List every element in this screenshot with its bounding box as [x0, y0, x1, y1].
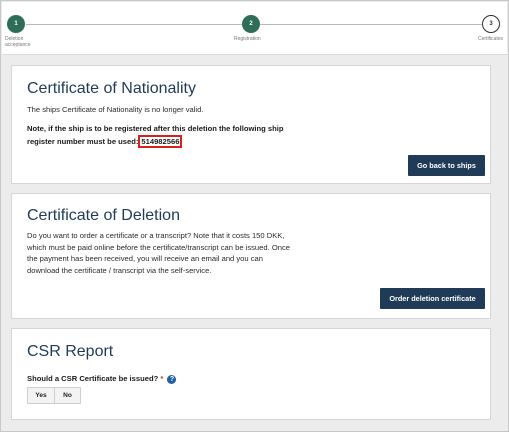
help-icon[interactable]: ? [167, 374, 177, 384]
step-1-label: Deletion acceptance [5, 36, 31, 48]
csr-card: CSR Report Should a CSR Certificate be i… [11, 328, 491, 420]
deletion-card: Certificate of Deletion Do you want to o… [11, 193, 491, 319]
order-deletion-certificate-button[interactable]: Order deletion certificate [380, 288, 485, 309]
nationality-card: Certificate of Nationality The ships Cer… [11, 65, 491, 184]
nationality-title: Certificate of Nationality [27, 80, 196, 97]
csr-title: CSR Report [27, 343, 114, 360]
step-connector [26, 24, 242, 25]
csr-no-button[interactable]: No [54, 387, 81, 404]
deletion-text: Do you want to order a certificate or a … [27, 231, 290, 275]
register-number: 514982566 [138, 134, 183, 148]
deletion-title: Certificate of Deletion [27, 207, 180, 224]
nationality-note: Note, if the ship is to be registered af… [27, 124, 284, 148]
step-3-label: Certificates [478, 36, 504, 42]
step-connector [260, 24, 482, 25]
progress-stepper: 1 Deletion acceptance 2 Registration 3 C… [2, 2, 507, 55]
required-mark: * [160, 374, 164, 383]
step-1-circle: 1 [7, 15, 25, 33]
csr-question: Should a CSR Certificate be issued? * ? [27, 373, 177, 385]
step-2-label: Registration [234, 36, 261, 42]
nationality-text: The ships Certificate of Nationality is … [27, 105, 204, 114]
step-2-circle: 2 [242, 15, 260, 33]
go-back-to-ships-button[interactable]: Go back to ships [408, 155, 485, 176]
csr-yes-button[interactable]: Yes [27, 387, 55, 404]
page-frame: 1 Deletion acceptance 2 Registration 3 C… [0, 0, 509, 432]
step-3-circle: 3 [482, 15, 500, 33]
